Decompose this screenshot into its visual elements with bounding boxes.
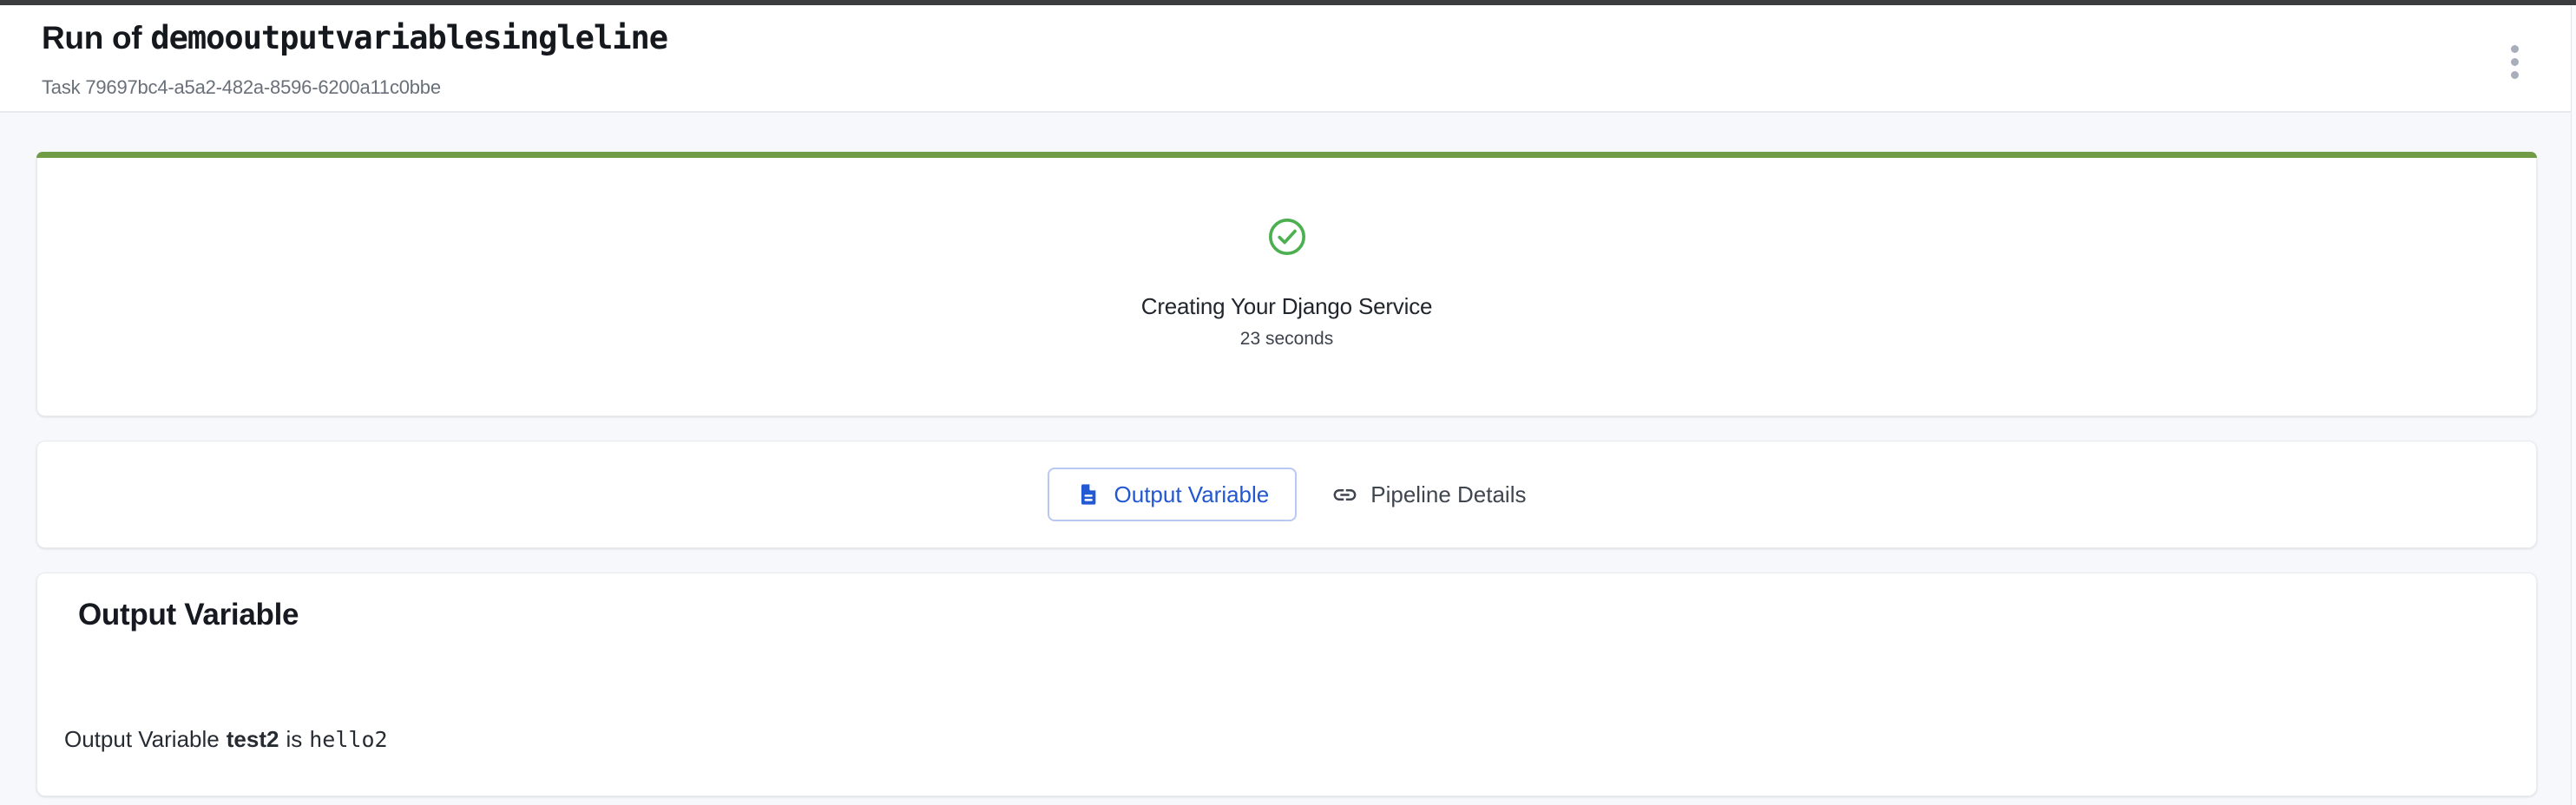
task-id-subtitle: Task 79697bc4-a5a2-482a-8596-6200a11c0bb… (42, 76, 441, 99)
tab-label: Output Variable (1114, 481, 1270, 508)
status-title: Creating Your Django Service (1141, 293, 1433, 320)
check-circle-icon (1267, 217, 1307, 257)
page-title: Run ofdemooutputvariablesingleline (42, 19, 667, 57)
statement-connector: is (286, 726, 302, 752)
tab-bar-card: Output Variable Pipeline Details (36, 441, 2537, 548)
scrollbar-track[interactable] (2571, 5, 2576, 805)
run-name: demooutputvariablesingleline (150, 19, 667, 56)
kebab-menu-icon (2511, 45, 2519, 53)
output-section-heading: Output Variable (78, 598, 299, 632)
link-icon (1331, 481, 1358, 508)
tab-bar: Output Variable Pipeline Details (1048, 468, 1527, 521)
status-duration: 23 seconds (1240, 329, 1333, 350)
window-top-strip (0, 0, 2576, 5)
variable-name: test2 (227, 726, 279, 752)
tab-output-variable[interactable]: Output Variable (1048, 468, 1298, 521)
page-title-prefix: Run of (42, 20, 141, 56)
output-variable-card: Output Variable Output Variable test2 ishe… (36, 573, 2537, 796)
tab-pipeline-details[interactable]: Pipeline Details (1331, 481, 1526, 508)
more-options-button[interactable] (2494, 42, 2534, 82)
output-statement: Output Variable test2 is hello2 (64, 726, 388, 753)
variable-value: hello2 (309, 727, 387, 752)
tab-label: Pipeline Details (1370, 481, 1526, 508)
status-accent-bar (36, 152, 2537, 158)
document-icon (1075, 482, 1100, 507)
statement-prefix: Output Variable (64, 726, 220, 752)
status-card: Creating Your Django Service 23 seconds (36, 152, 2537, 416)
page-header: Run ofdemooutputvariablesingleline Task … (0, 5, 2576, 113)
